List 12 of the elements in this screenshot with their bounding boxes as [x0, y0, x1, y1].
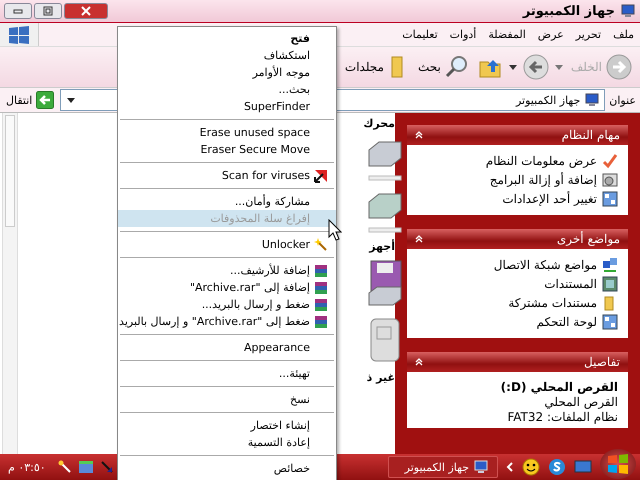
address-label: عنوان	[609, 94, 636, 106]
file-system: نظام الملفات: FAT32	[506, 410, 618, 424]
panel-title: مهام النظام	[562, 128, 620, 142]
panel-title: تفاصيل	[584, 355, 620, 369]
group-header: غير ذ	[366, 371, 395, 384]
panel-title: مواضع أخرى	[556, 232, 620, 246]
drive-type: القرص المحلي	[543, 395, 618, 409]
group-header: محرك	[363, 117, 395, 130]
clock: ٠٣:٥٠ م	[8, 460, 46, 474]
window-title: جهاز الكمبيوتر	[522, 4, 615, 18]
drive-name: القرص المحلي (D:)	[500, 380, 618, 394]
group-header: أجهز	[369, 240, 395, 253]
